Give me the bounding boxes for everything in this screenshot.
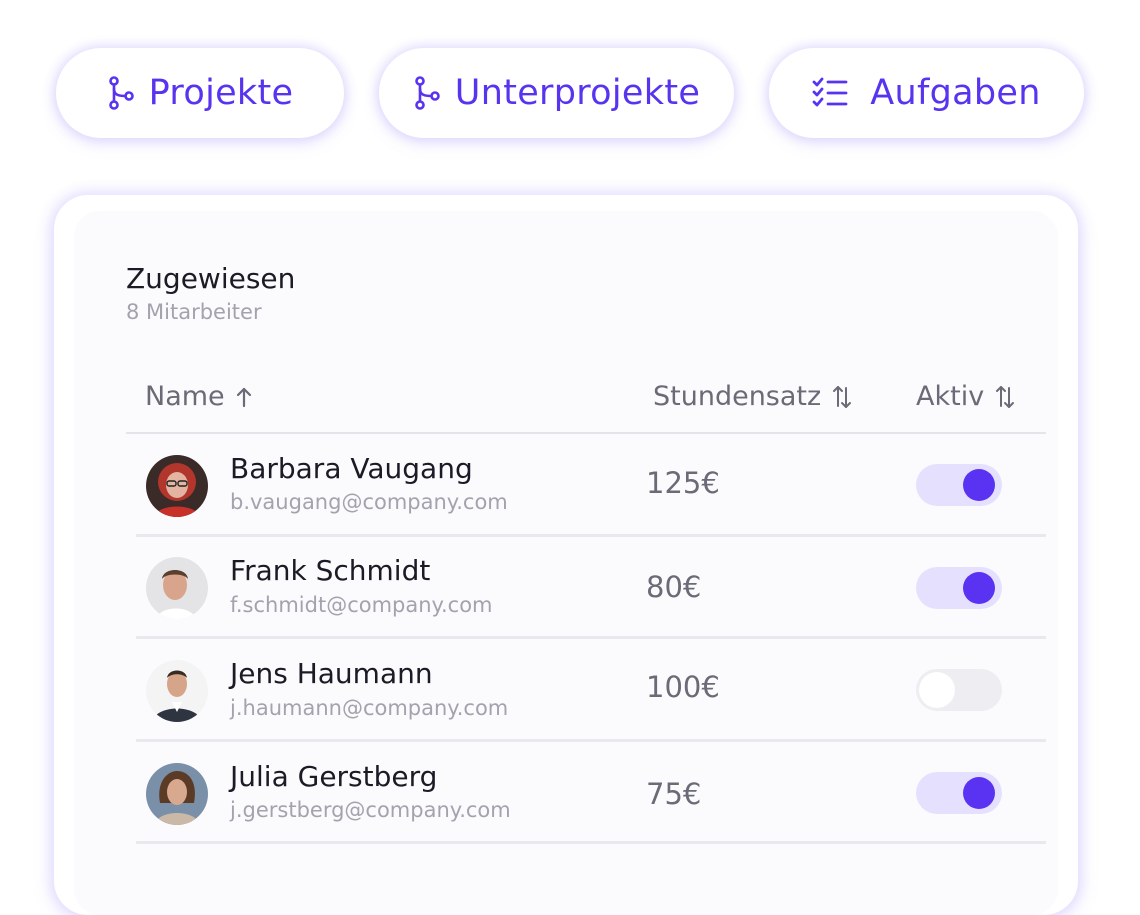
row-divider <box>136 636 1046 639</box>
tab-projekte-label: Projekte <box>148 73 294 113</box>
tab-projekte[interactable]: Projekte <box>56 48 344 138</box>
employee-email: b.vaugang@company.com <box>230 490 508 514</box>
branch-icon <box>413 76 441 110</box>
checklist-icon <box>812 77 848 109</box>
sort-toggle-icon <box>831 384 853 410</box>
employee-name: Barbara Vaugang <box>230 452 473 485</box>
employee-email: f.schmidt@company.com <box>230 593 493 617</box>
active-toggle[interactable] <box>916 567 1002 609</box>
card-title: Zugewiesen <box>126 262 296 295</box>
active-toggle[interactable] <box>916 464 1002 506</box>
active-toggle[interactable] <box>916 772 1002 814</box>
column-header-rate-label: Stundensatz <box>653 381 822 412</box>
header-divider <box>126 432 1046 434</box>
row-divider <box>136 739 1046 742</box>
hourly-rate: 75€ <box>646 777 702 811</box>
branch-icon <box>107 76 135 110</box>
tab-aufgaben-label: Aufgaben <box>870 73 1041 113</box>
tab-unterprojekte-label: Unterprojekte <box>454 73 701 113</box>
tab-unterprojekte[interactable]: Unterprojekte <box>379 48 734 138</box>
hourly-rate: 80€ <box>646 570 702 604</box>
row-divider <box>136 841 1046 844</box>
hourly-rate: 125€ <box>646 466 720 500</box>
employee-name: Jens Haumann <box>230 657 433 690</box>
sort-toggle-icon <box>994 384 1016 410</box>
column-header-active-label: Aktiv <box>916 381 985 412</box>
toggle-knob <box>963 469 995 501</box>
sort-ascending-icon <box>235 386 253 408</box>
employee-name: Frank Schmidt <box>230 554 431 587</box>
avatar <box>146 557 208 619</box>
toggle-knob <box>919 672 955 708</box>
hourly-rate: 100€ <box>646 670 720 704</box>
tab-aufgaben[interactable]: Aufgaben <box>769 48 1084 138</box>
toggle-knob <box>963 777 995 809</box>
row-divider <box>136 534 1046 537</box>
active-toggle[interactable] <box>916 669 1002 711</box>
column-header-name[interactable]: Name <box>145 381 253 412</box>
employee-email: j.gerstberg@company.com <box>230 798 511 822</box>
avatar <box>146 455 208 517</box>
employee-name: Julia Gerstberg <box>230 760 438 793</box>
column-header-rate[interactable]: Stundensatz <box>653 381 853 412</box>
toggle-knob <box>963 572 995 604</box>
avatar <box>146 763 208 825</box>
employee-email: j.haumann@company.com <box>230 696 509 720</box>
column-header-name-label: Name <box>145 381 225 412</box>
avatar <box>146 660 208 722</box>
column-header-active[interactable]: Aktiv <box>916 381 1016 412</box>
card-subtitle: 8 Mitarbeiter <box>126 300 262 324</box>
